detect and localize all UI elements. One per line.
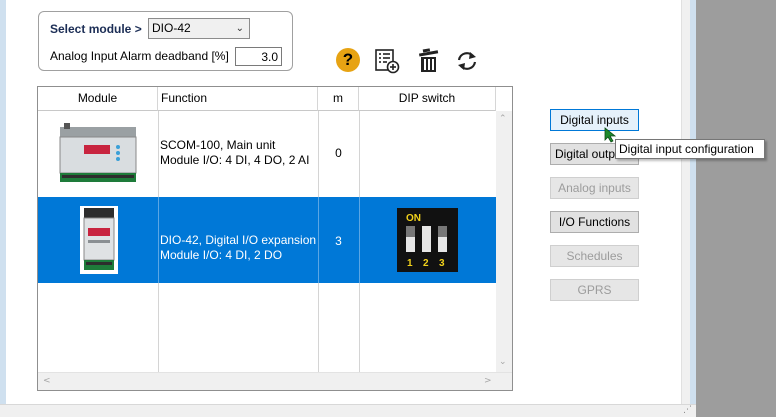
scroll-down-icon[interactable]: ⌄ (499, 357, 507, 367)
table-row[interactable]: SCOM-100, Main unit Module I/O: 4 DI, 4 … (38, 111, 496, 197)
table-row-selected[interactable]: DIO-42, Digital I/O expansion Module I/O… (38, 197, 496, 283)
window-scrollbar[interactable] (681, 0, 690, 404)
chevron-down-icon: ⌄ (235, 23, 244, 34)
tooltip: Digital input configuration (615, 139, 765, 159)
dip-switch-icon: ON 1 2 3 (397, 208, 458, 272)
module-settings-box: Select module > DIO-42 ⌄ Analog Input Al… (38, 11, 293, 71)
schedules-button: Schedules (550, 245, 639, 267)
column-header-module[interactable]: Module (38, 87, 158, 111)
m-cell: 0 (335, 146, 342, 160)
dip-switch-number: 1 (407, 258, 413, 269)
dip-on-label: ON (406, 213, 421, 224)
cursor-arrow-icon (604, 127, 617, 143)
dip-switch-number: 3 (439, 258, 445, 269)
function-name: DIO-42, Digital I/O expansion (160, 233, 317, 247)
scom-100-module-image (59, 123, 137, 182)
column-header-function[interactable]: Function (158, 87, 318, 111)
status-bar: ⋰ (0, 404, 696, 417)
deadband-input[interactable] (235, 47, 282, 66)
function-cell: DIO-42, Digital I/O expansion Module I/O… (160, 233, 316, 263)
dio-42-module-image (80, 206, 118, 274)
function-cell: SCOM-100, Main unit Module I/O: 4 DI, 4 … (160, 138, 309, 168)
scroll-left-icon[interactable]: < (43, 376, 51, 386)
function-io: Module I/O: 4 DI, 4 DO, 2 AI (160, 153, 310, 167)
function-io: Module I/O: 4 DI, 2 DO (160, 248, 283, 262)
refresh-icon[interactable] (454, 48, 480, 74)
column-divider (359, 111, 360, 197)
table-horizontal-scrollbar[interactable]: < > (38, 372, 512, 390)
digital-inputs-button[interactable]: Digital inputs (550, 109, 639, 131)
scroll-up-icon[interactable]: ⌃ (499, 114, 507, 124)
resize-grip-icon[interactable]: ⋰ (683, 406, 692, 415)
deadband-label: Analog Input Alarm deadband [%] (50, 49, 229, 63)
module-select[interactable]: DIO-42 ⌄ (148, 18, 250, 39)
analog-inputs-button: Analog inputs (550, 177, 639, 199)
m-cell: 3 (335, 234, 342, 248)
column-divider (158, 111, 159, 197)
io-functions-button[interactable]: I/O Functions (550, 211, 639, 233)
module-table[interactable]: Module Function m DIP switch SCOM-100, M… (37, 86, 513, 391)
gprs-button: GPRS (550, 279, 639, 301)
column-header-m[interactable]: m (318, 87, 359, 111)
column-divider (158, 197, 159, 283)
report-icon[interactable] (374, 48, 400, 74)
select-module-label: Select module > (50, 22, 142, 36)
column-divider (359, 197, 360, 283)
delete-icon[interactable] (416, 48, 442, 74)
module-select-value: DIO-42 (152, 21, 191, 35)
help-icon[interactable]: ? (336, 48, 360, 72)
scroll-right-icon[interactable]: > (484, 376, 492, 386)
table-vertical-scrollbar[interactable]: ⌃ ⌄ (496, 111, 512, 372)
dip-switch-number: 2 (423, 258, 429, 269)
column-header-dip-switch[interactable]: DIP switch (359, 87, 496, 111)
function-name: SCOM-100, Main unit (160, 138, 276, 152)
